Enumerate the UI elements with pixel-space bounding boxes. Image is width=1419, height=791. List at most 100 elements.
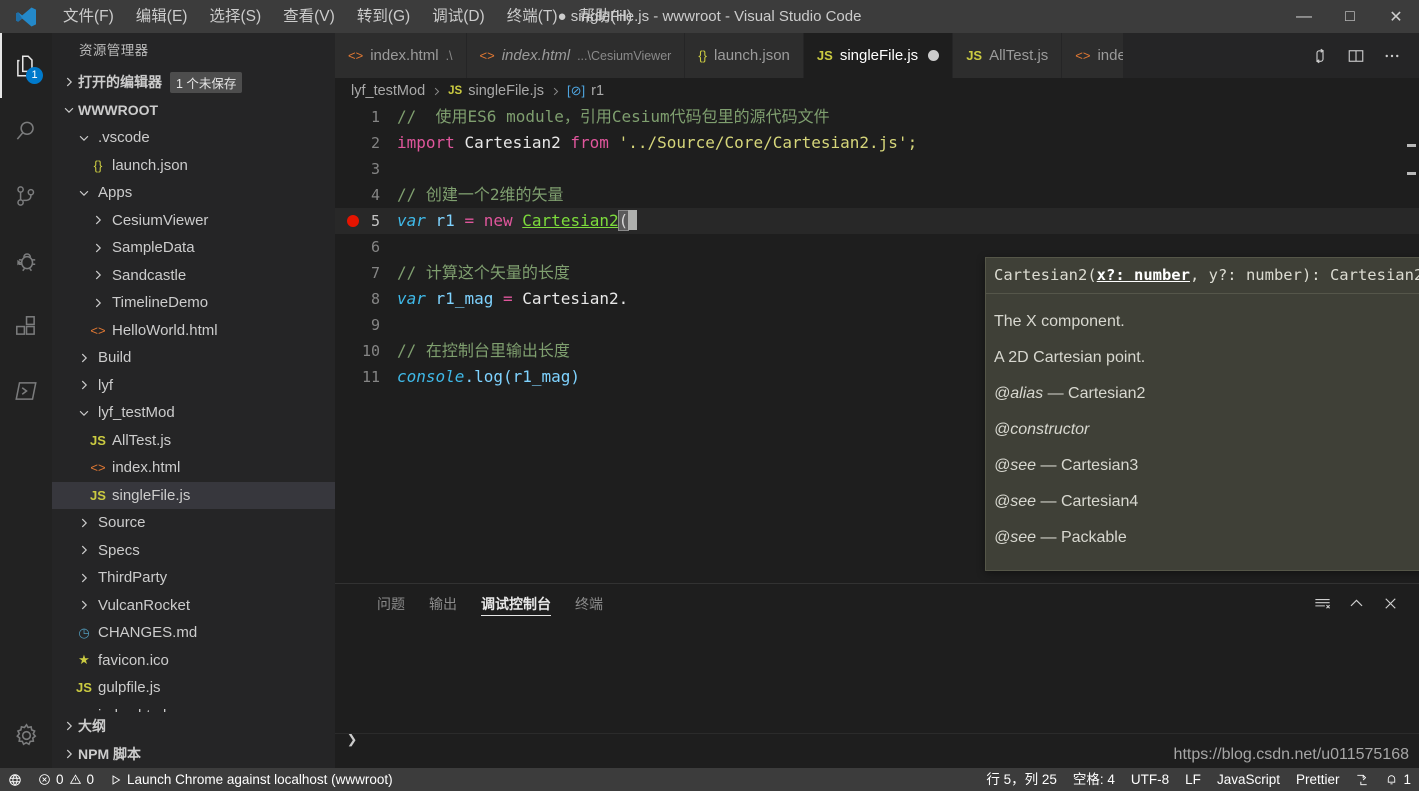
tree-item[interactable]: ★ favicon.ico xyxy=(52,647,335,675)
tree-item[interactable]: CesiumViewer xyxy=(52,207,335,235)
activity-extensions[interactable] xyxy=(0,293,52,358)
tree-item[interactable]: .vscode xyxy=(52,124,335,152)
tab-terminal[interactable]: 终端 xyxy=(563,584,615,622)
doc-line: The X component. xyxy=(994,304,1419,340)
tree-item[interactable]: JS gulpfile.js xyxy=(52,674,335,702)
tree-item-label: Apps xyxy=(98,184,133,202)
menu-debug[interactable]: 调试(D) xyxy=(421,0,496,33)
tree-item[interactable]: VulcanRocket xyxy=(52,592,335,620)
tab-alltest-js[interactable]: JS AllTest.js xyxy=(953,33,1063,78)
tab-problems[interactable]: 问题 xyxy=(365,584,417,622)
chevron-right-icon xyxy=(431,86,442,97)
bottom-panel: 问题 输出 调试控制台 终端 ❯ xyxy=(335,583,1419,768)
breakpoint-icon[interactable] xyxy=(347,215,359,227)
chevron-right-icon xyxy=(88,268,108,282)
breadcrumb-file[interactable]: singleFile.js xyxy=(468,83,544,99)
doc-tag: @see xyxy=(994,493,1037,510)
section-outline[interactable]: 大纲 xyxy=(52,712,335,740)
tree-item[interactable]: lyf xyxy=(52,372,335,400)
menu-help[interactable]: 帮助(H) xyxy=(569,0,644,33)
activity-debug[interactable] xyxy=(0,228,52,293)
tree-item[interactable]: TimelineDemo xyxy=(52,289,335,317)
window-controls[interactable]: — □ ✕ xyxy=(1281,0,1419,33)
tree-item-label: AllTest.js xyxy=(112,431,172,449)
status-problems[interactable]: 0 0 xyxy=(30,768,102,791)
status-cursor-position[interactable]: 行 5，列 25 xyxy=(978,768,1065,791)
section-npm-scripts[interactable]: NPM 脚本 xyxy=(52,740,335,768)
tree-item[interactable]: Source xyxy=(52,509,335,537)
split-in-group-icon[interactable] xyxy=(1305,38,1335,73)
menu-view[interactable]: 查看(V) xyxy=(272,0,346,33)
status-formatter[interactable]: Prettier xyxy=(1288,768,1348,791)
json-icon: {} xyxy=(93,157,103,173)
close-panel-icon[interactable] xyxy=(1375,588,1405,618)
doc-line: @see — Cartesian4 xyxy=(994,484,1419,520)
tree-item[interactable]: {} launch.json xyxy=(52,152,335,180)
tab-launch-json[interactable]: {} launch.json xyxy=(685,33,804,78)
doc-text: — Packable xyxy=(1036,529,1127,546)
token-paren-open: ( xyxy=(617,210,630,231)
menu-terminal[interactable]: 终端(T) xyxy=(496,0,569,33)
breadcrumb-symbol[interactable]: r1 xyxy=(591,83,604,99)
explorer-badge: 1 xyxy=(26,67,43,84)
token-identifier: r1 xyxy=(435,211,455,230)
breadcrumb: lyf_testMod JS singleFile.js [⊘] r1 xyxy=(335,78,1419,104)
split-editor-icon[interactable] xyxy=(1341,38,1371,73)
activity-explorer[interactable]: 1 xyxy=(0,33,52,98)
tab-index-html-cesiumviewer[interactable]: <> index.html ...\CesiumViewer xyxy=(466,33,686,78)
activity-search[interactable] xyxy=(0,98,52,163)
menu-go[interactable]: 转到(G) xyxy=(346,0,421,33)
section-workspace[interactable]: WWWROOT xyxy=(52,96,335,124)
tree-item[interactable]: ThirdParty xyxy=(52,564,335,592)
tree-item[interactable]: <> HelloWorld.html xyxy=(52,317,335,345)
sidebar-explorer: 资源管理器 打开的编辑器 1 个未保存 WWWROOT .vscode {} lau… xyxy=(52,33,335,768)
activity-source-control[interactable] xyxy=(0,163,52,228)
doc-text: The X component. xyxy=(994,313,1125,330)
status-remote[interactable] xyxy=(0,768,30,791)
menu-edit[interactable]: 编辑(E) xyxy=(125,0,199,33)
panel-tabs: 问题 输出 调试控制台 终端 xyxy=(335,584,1419,622)
tree-item[interactable]: SampleData xyxy=(52,234,335,262)
tree-item[interactable]: Sandcastle xyxy=(52,262,335,290)
tree-item[interactable]: ◷ CHANGES.md xyxy=(52,619,335,647)
tree-item[interactable]: Build xyxy=(52,344,335,372)
status-indentation[interactable]: 空格: 4 xyxy=(1065,768,1123,791)
maximize-button[interactable]: □ xyxy=(1327,0,1373,33)
tab-debug-console[interactable]: 调试控制台 xyxy=(469,584,563,622)
debug-console-body[interactable]: ❯ xyxy=(335,622,1419,768)
tab-output[interactable]: 输出 xyxy=(417,584,469,622)
tab-index-html-partial[interactable]: <> inde xyxy=(1062,33,1125,78)
tab-singlefile-js[interactable]: JS singleFile.js xyxy=(803,33,954,78)
status-launch-config[interactable]: Launch Chrome against localhost (wwwroot… xyxy=(102,768,401,791)
tree-item-selected[interactable]: JS singleFile.js xyxy=(52,481,335,509)
menu-selection[interactable]: 选择(S) xyxy=(198,0,272,33)
menu-bar[interactable]: 文件(F) 编辑(E) 选择(S) 查看(V) 转到(G) 调试(D) 终端(T… xyxy=(52,0,643,33)
section-open-editors[interactable]: 打开的编辑器 1 个未保存 xyxy=(52,68,335,96)
activity-terminal[interactable] xyxy=(0,358,52,423)
unsaved-indicator-icon[interactable] xyxy=(928,50,940,61)
tree-item[interactable]: JS AllTest.js xyxy=(52,427,335,455)
status-live-share[interactable] xyxy=(1347,768,1377,791)
repl-prompt[interactable]: ❯ xyxy=(347,730,357,750)
activity-settings[interactable] xyxy=(0,703,52,768)
more-actions-icon[interactable] xyxy=(1377,38,1407,73)
tree-item[interactable]: Apps xyxy=(52,179,335,207)
minimize-button[interactable]: — xyxy=(1281,0,1327,33)
menu-file[interactable]: 文件(F) xyxy=(52,0,125,33)
status-notifications[interactable]: 1 xyxy=(1377,768,1419,791)
clear-console-icon[interactable] xyxy=(1307,588,1337,618)
tree-item-label: TimelineDemo xyxy=(112,294,209,312)
tree-item[interactable]: Specs xyxy=(52,537,335,565)
tree-item[interactable]: lyf_testMod xyxy=(52,399,335,427)
chevron-down-icon xyxy=(60,103,78,117)
status-encoding[interactable]: UTF-8 xyxy=(1123,768,1177,791)
breadcrumb-folder[interactable]: lyf_testMod xyxy=(351,83,425,99)
tree-item[interactable]: <> index.html xyxy=(52,454,335,482)
status-eol[interactable]: LF xyxy=(1177,768,1209,791)
maximize-panel-icon[interactable] xyxy=(1341,588,1371,618)
npm-scripts-label: NPM 脚本 xyxy=(78,746,141,762)
close-button[interactable]: ✕ xyxy=(1373,0,1419,33)
tree-item-label: lyf xyxy=(98,376,113,394)
status-language-mode[interactable]: JavaScript xyxy=(1209,768,1288,791)
tab-index-html-root[interactable]: <> index.html .\ xyxy=(335,33,467,78)
